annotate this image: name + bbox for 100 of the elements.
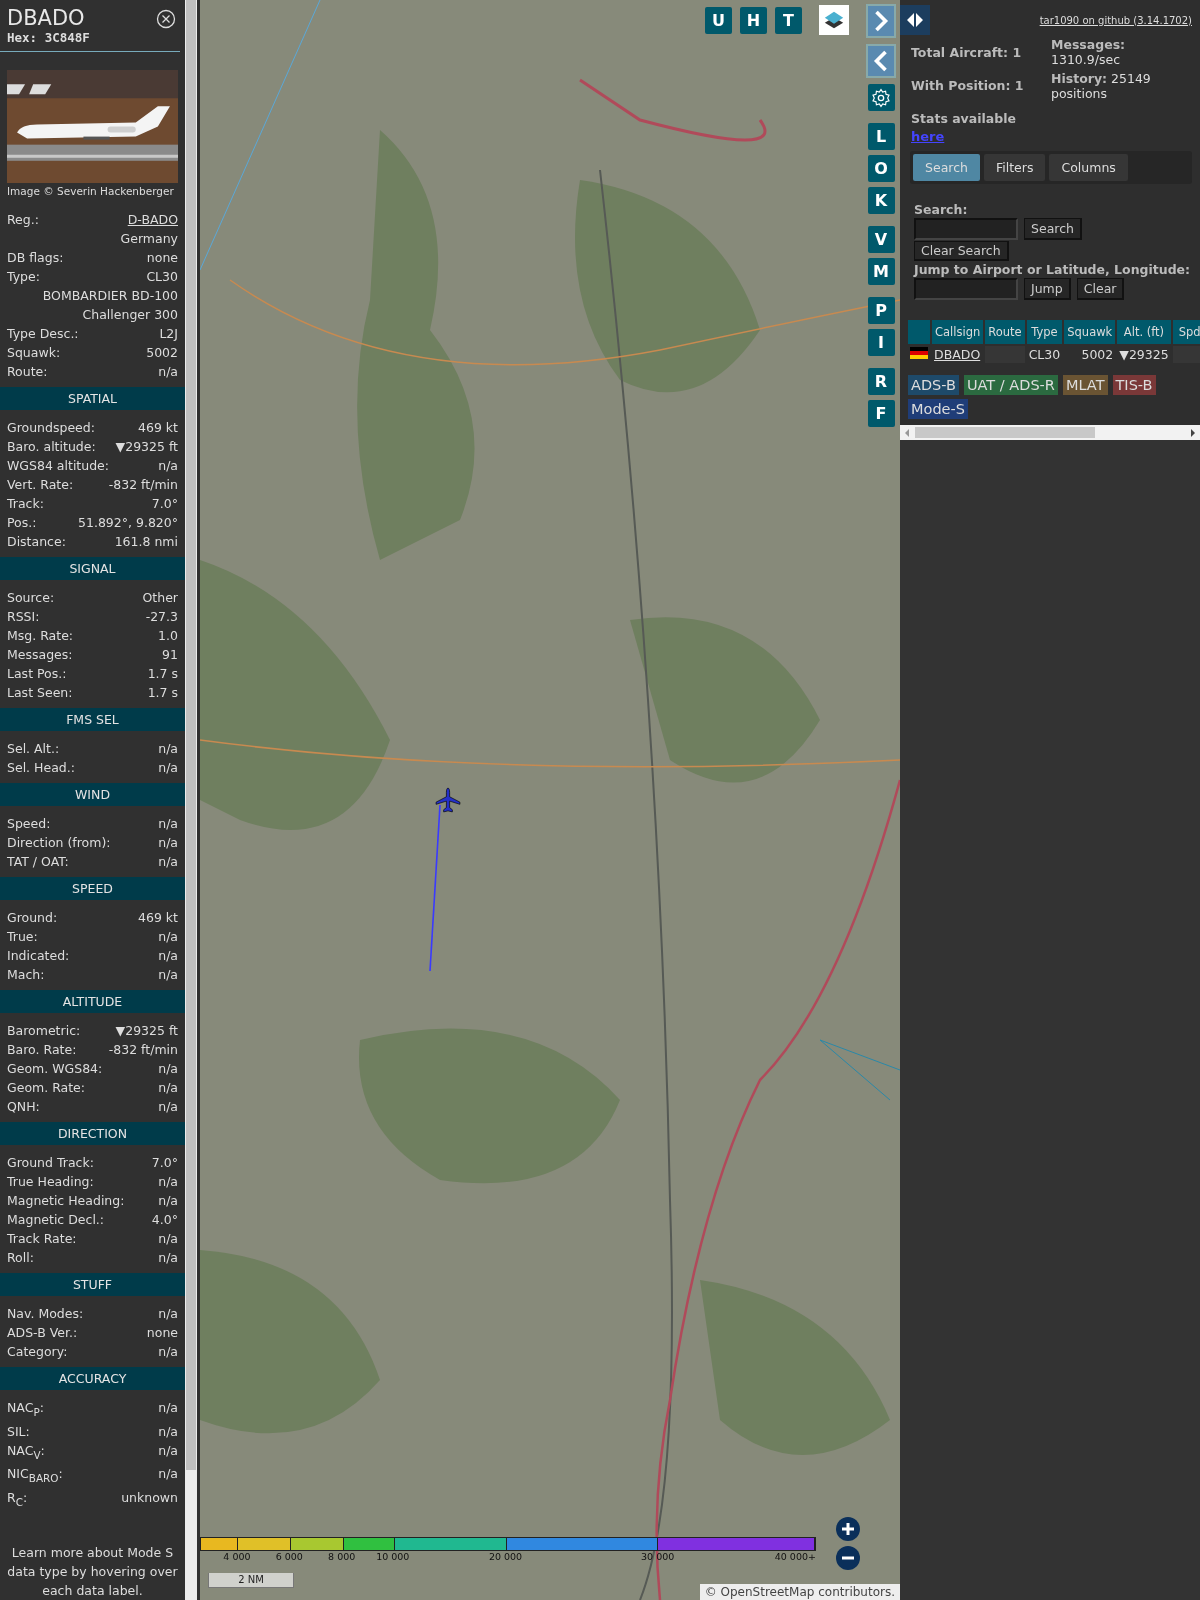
field-label: Nav. Modes: xyxy=(7,1305,84,1323)
field-label: Last Seen: xyxy=(7,684,73,702)
field-value: n/a xyxy=(158,1192,178,1210)
search-button[interactable]: Search xyxy=(1024,218,1082,240)
field-label: Groundspeed: xyxy=(7,419,95,437)
map-button[interactable]: H xyxy=(740,6,767,34)
photo-credit: Image © Severin Hackenberger xyxy=(6,185,175,198)
field-label: WGS84 altitude: xyxy=(7,457,110,475)
field-value: n/a xyxy=(158,1060,178,1078)
field-label: Reg.: xyxy=(7,211,39,229)
altitude-label: 40 000+ xyxy=(774,1551,816,1562)
expand-icon[interactable] xyxy=(866,4,896,38)
table-cell-text: 5002 xyxy=(1080,346,1115,363)
field-value: n/a xyxy=(158,815,178,833)
altitude-label: 6 000 xyxy=(275,1551,303,1562)
field-label: Messages: xyxy=(7,646,73,664)
callsign-link[interactable]: DBADO xyxy=(934,347,981,362)
layers-icon[interactable] xyxy=(819,5,849,35)
field-label: NAC$_{V}$: xyxy=(7,1441,45,1462)
scrollbar[interactable] xyxy=(185,0,197,1600)
map-button[interactable]: U xyxy=(705,6,732,34)
map-button[interactable]: F xyxy=(867,400,895,427)
jump-label: Jump to Airport or Latitude, Longitude: xyxy=(914,262,1191,277)
section-header: WIND xyxy=(0,783,185,806)
scroll-right-icon[interactable] xyxy=(1189,427,1197,438)
search-label: Search: xyxy=(914,202,968,217)
map-button[interactable]: O xyxy=(867,155,895,182)
attribution: © OpenStreetMap contributors. xyxy=(699,1584,900,1600)
map-button[interactable]: V xyxy=(867,226,895,253)
altitude-label: 10 000 xyxy=(376,1551,410,1562)
field-label: Magnetic Decl.: xyxy=(7,1211,105,1229)
altitude-label: 4 000 xyxy=(223,1551,251,1562)
field-value: CL30 xyxy=(146,268,178,286)
field-value: 161.8 nmi xyxy=(114,533,178,551)
zoom-in-icon[interactable] xyxy=(836,1517,860,1541)
clear-search-button[interactable]: Clear Search xyxy=(914,241,1009,261)
map-button[interactable]: R xyxy=(867,368,895,395)
map-button[interactable]: K xyxy=(867,187,895,214)
map-button[interactable]: P xyxy=(867,297,895,324)
field-value: n/a xyxy=(158,363,178,381)
stat-text: Total Aircraft: 1 xyxy=(911,45,1023,60)
field-label: Route: xyxy=(7,363,48,381)
jump-button[interactable]: Jump xyxy=(1024,278,1071,300)
settings-icon[interactable] xyxy=(867,84,895,111)
field-label: Ground Track: xyxy=(7,1154,94,1172)
column-header[interactable]: Route xyxy=(985,320,1025,344)
registration-link[interactable]: D-BADO xyxy=(127,210,178,229)
field-value: L2J xyxy=(159,325,178,343)
field-value: 1.7 s xyxy=(147,684,178,702)
field-label: Barometric: xyxy=(7,1022,81,1040)
tab[interactable]: Columns xyxy=(1049,154,1128,181)
column-header[interactable]: Type xyxy=(1026,320,1063,344)
jump-field[interactable] xyxy=(914,278,1018,300)
section-header: STUFF xyxy=(0,1273,185,1296)
field-label: Sel. Alt.: xyxy=(7,740,60,758)
map-button[interactable]: I xyxy=(867,329,895,356)
field-label: Track Rate: xyxy=(7,1230,77,1248)
column-header[interactable]: Spd xyxy=(1172,320,1200,344)
field-label: Type: xyxy=(7,268,40,286)
map-button[interactable]: L xyxy=(867,123,895,150)
field-value: n/a xyxy=(158,1465,178,1483)
github-link[interactable]: tar1090 on github (3.14.1702) xyxy=(1039,14,1192,26)
map-button[interactable]: T xyxy=(775,6,802,34)
field-value: n/a xyxy=(158,1079,178,1097)
field-label: Vert. Rate: xyxy=(7,476,74,494)
field-label: Roll: xyxy=(7,1249,34,1267)
field-value: n/a xyxy=(158,1249,178,1267)
field-label: Pos.: xyxy=(7,514,37,532)
field-label: RSSI: xyxy=(7,608,40,626)
scrollbar[interactable] xyxy=(900,425,1200,440)
section-header: SIGNAL xyxy=(0,557,185,580)
field-value: ▼29325 ft xyxy=(115,1022,178,1040)
field-value: Other xyxy=(142,589,178,607)
field-value: 469 kt xyxy=(138,419,178,437)
zoom-out-icon[interactable] xyxy=(836,1546,860,1570)
toggle-icon[interactable] xyxy=(900,5,930,35)
close-icon[interactable] xyxy=(156,9,176,29)
field-value: 91 xyxy=(162,646,178,664)
tab[interactable]: Filters xyxy=(983,154,1046,181)
field-value: 1.0 xyxy=(158,627,178,645)
altitude-label: 8 000 xyxy=(328,1551,356,1562)
field-value: none xyxy=(146,1324,178,1342)
column-header[interactable]: Callsign xyxy=(932,320,984,344)
column-header[interactable]: Squawk xyxy=(1064,320,1116,344)
flag-icon xyxy=(910,347,928,359)
scroll-left-icon[interactable] xyxy=(903,427,911,438)
field-label: Sel. Head.: xyxy=(7,759,75,777)
field-value: n/a xyxy=(158,1173,178,1191)
search-field[interactable] xyxy=(914,218,1018,240)
field-value: n/a xyxy=(158,740,178,758)
map-button[interactable]: M xyxy=(867,258,895,285)
collapse-icon[interactable] xyxy=(866,44,896,78)
airplane-icon[interactable] xyxy=(435,787,461,813)
field-value: -832 ft/min xyxy=(108,1041,178,1059)
field-value: 51.892°, 9.820° xyxy=(78,514,178,532)
field-label: Squawk: xyxy=(7,344,61,362)
field-value: -27.3 xyxy=(145,608,178,626)
column-header[interactable]: Alt. (ft) xyxy=(1117,320,1171,344)
clear-button[interactable]: Clear xyxy=(1076,278,1125,300)
field-value: 7.0° xyxy=(151,495,178,513)
